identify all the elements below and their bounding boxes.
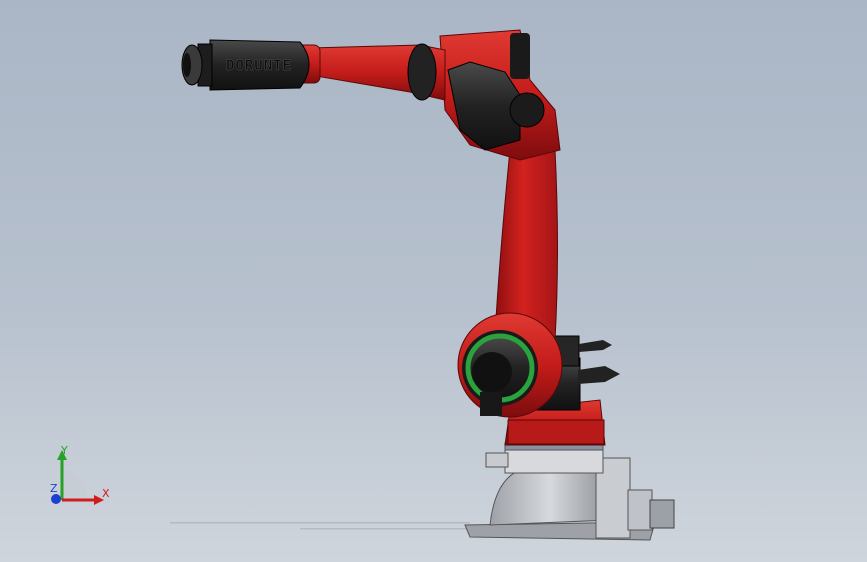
ground-shadow xyxy=(170,522,480,530)
y-axis-label: Y xyxy=(60,444,68,457)
z-axis-dot xyxy=(51,494,61,504)
brand-label: DORUNTE xyxy=(226,58,292,74)
elbow-joint[interactable] xyxy=(439,29,561,161)
axis-triad: Y X Z xyxy=(50,444,110,505)
z-axis-label: Z xyxy=(50,482,58,495)
robot-base[interactable] xyxy=(464,442,675,541)
cad-3d-viewport[interactable]: DORUNTE Y X Z xyxy=(0,0,867,562)
wrist-housing[interactable]: DORUNTE xyxy=(181,39,310,91)
triad-plane xyxy=(62,468,88,500)
x-axis-label: X xyxy=(102,487,110,500)
lower-arm[interactable] xyxy=(457,149,563,418)
robot-arm-model[interactable]: DORUNTE xyxy=(0,0,867,562)
